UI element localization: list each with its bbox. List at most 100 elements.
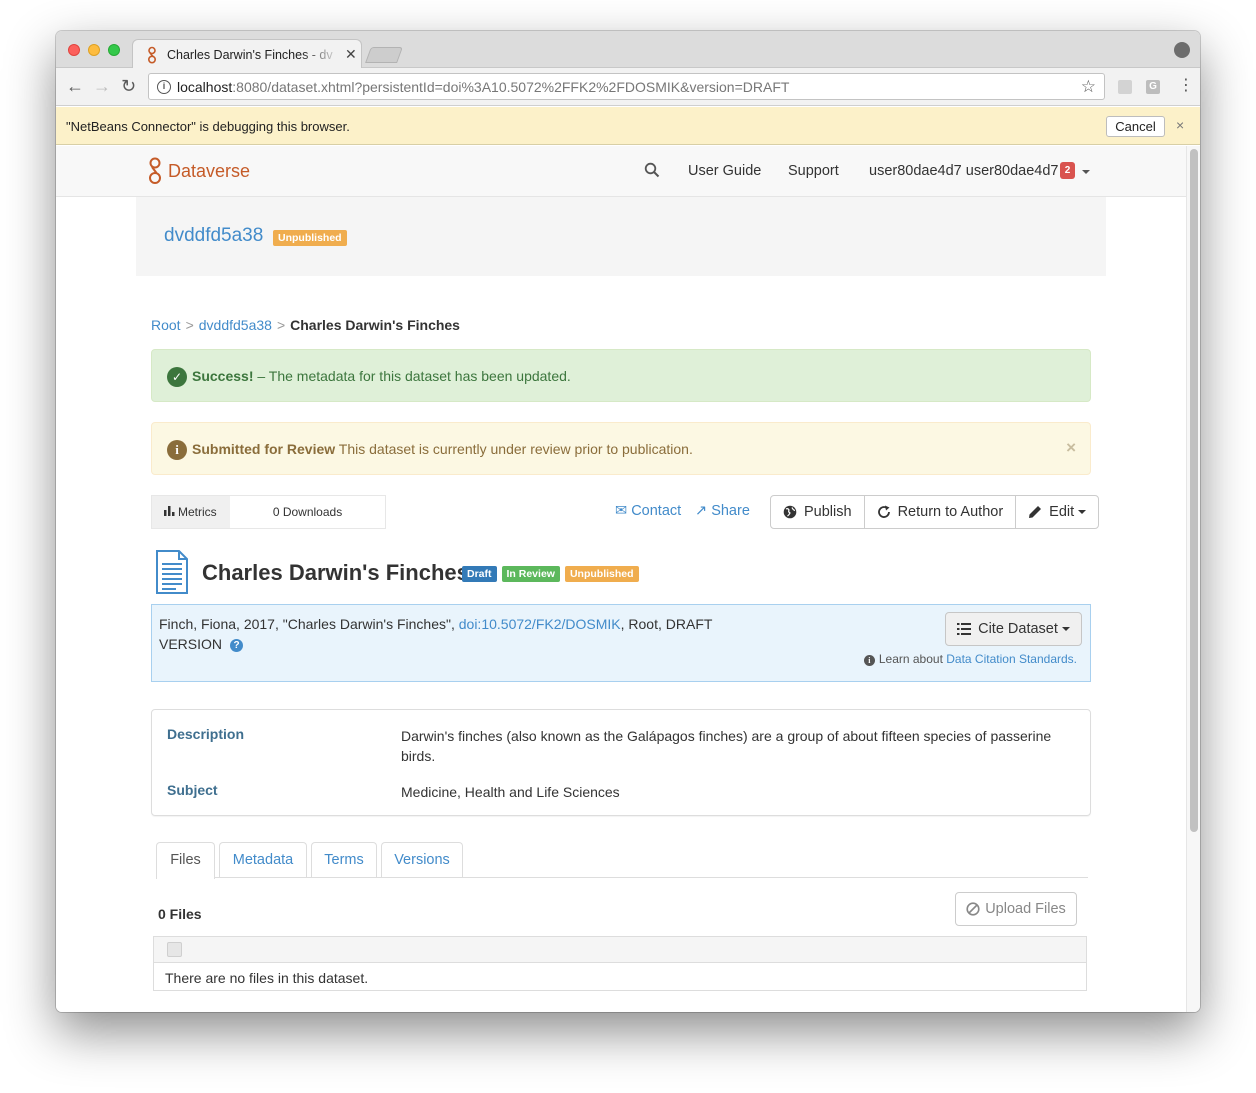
draft-badge: Draft (462, 566, 497, 582)
maximize-window-button[interactable] (108, 44, 120, 56)
files-table: There are no files in this dataset. (153, 936, 1087, 991)
browser-tab[interactable]: Charles Darwin's Finches - dv ✕ (132, 39, 362, 69)
share-icon: ↗ (695, 503, 708, 519)
debug-infobar: "NetBeans Connector" is debugging this b… (56, 107, 1200, 145)
edit-dropdown-button[interactable]: Edit (1015, 495, 1100, 529)
share-label: Share (711, 503, 750, 519)
refresh-icon (877, 505, 890, 518)
profile-icon[interactable] (1174, 42, 1190, 58)
back-arrow-icon[interactable]: ← (66, 76, 84, 96)
url-path: :8080/dataset.xhtml?persistentId=doi%3A1… (232, 79, 790, 95)
upload-files-label: Upload Files (985, 901, 1066, 917)
dataverse-name-link[interactable]: dvddfd5a38 (164, 225, 263, 247)
select-all-checkbox[interactable] (167, 942, 182, 957)
reload-icon[interactable]: ↻ (121, 76, 136, 96)
in-review-badge: In Review (501, 566, 560, 582)
check-circle-icon: ✓ (167, 367, 187, 387)
extension-icon[interactable] (1118, 80, 1132, 94)
tab-title-fade (301, 46, 341, 66)
citation-text: Finch, Fiona, 2017, "Charles Darwin's Fi… (159, 614, 734, 654)
envelope-icon: ✉ (615, 503, 628, 519)
downloads-count: 0 Downloads (272, 505, 343, 519)
search-icon[interactable] (644, 162, 660, 178)
doi-link[interactable]: doi:10.5072/FK2/DOSMIK (459, 616, 621, 632)
infobar-cancel-button[interactable]: Cancel (1106, 116, 1165, 137)
dataset-tabs: Files Metadata Terms Versions (156, 842, 1088, 879)
description-value: Darwin's finches (also known as the Galá… (401, 728, 1052, 764)
chevron-down-icon[interactable] (1082, 170, 1090, 174)
review-message: Submitted for Review This dataset is cur… (192, 441, 693, 457)
description-label: Description (167, 726, 245, 742)
list-icon (957, 623, 972, 635)
citation-standards-link[interactable]: Data Citation Standards. (946, 652, 1077, 666)
support-link[interactable]: Support (788, 163, 839, 179)
breadcrumb: Root > dvddfd5a38 > Charles Darwin's Finches (151, 317, 460, 333)
alert-close-icon[interactable]: × (1066, 438, 1076, 458)
site-navbar: Dataverse User Guide Support user80dae4d… (56, 146, 1186, 197)
bar-chart-icon (164, 506, 175, 517)
files-table-header (154, 937, 1086, 963)
unpublished-badge: Unpublished (564, 566, 639, 582)
ban-icon (966, 902, 980, 916)
return-to-author-button[interactable]: Return to Author (863, 495, 1017, 529)
user-account-menu[interactable]: user80dae4d7 user80dae4d7 (869, 163, 1058, 179)
citation-authors: Finch, Fiona, 2017, "Charles Darwin's Fi… (159, 616, 459, 632)
globe-icon (783, 505, 797, 519)
notification-badge[interactable]: 2 (1060, 162, 1075, 179)
tab-terms[interactable]: Terms (311, 842, 377, 878)
browser-window: Charles Darwin's Finches - dv ✕ ← → ↻ i … (56, 31, 1200, 1012)
close-window-button[interactable] (68, 44, 80, 56)
tab-versions[interactable]: Versions (381, 842, 463, 878)
brand-name: Dataverse (168, 161, 251, 181)
scrollbar-thumb[interactable] (1190, 149, 1198, 832)
dataset-status-labels: Draft In Review Unpublished (462, 566, 639, 582)
browser-toolbar: ← → ↻ i localhost:8080/dataset.xhtml?per… (56, 68, 1200, 106)
review-alert: i Submitted for Review This dataset is c… (151, 422, 1091, 475)
page-viewport: Dataverse User Guide Support user80dae4d… (56, 146, 1186, 1012)
forward-arrow-icon[interactable]: → (93, 76, 111, 96)
breadcrumb-root[interactable]: Root (151, 317, 181, 333)
breadcrumb-dataverse[interactable]: dvddfd5a38 (199, 317, 272, 333)
minimize-window-button[interactable] (88, 44, 100, 56)
dataset-action-buttons: Publish Return to Author Edit (770, 495, 1100, 529)
tab-metadata[interactable]: Metadata (219, 842, 307, 878)
breadcrumb-current: Charles Darwin's Finches (290, 317, 460, 333)
extension-g-icon[interactable]: G (1146, 80, 1160, 94)
breadcrumb-separator: > (185, 317, 194, 333)
dataverse-header: dvddfd5a38 Unpublished (136, 197, 1106, 276)
dataverse-logo-icon (149, 157, 161, 184)
success-text: – The metadata for this dataset has been… (253, 368, 571, 384)
review-text: This dataset is currently under review p… (335, 441, 693, 457)
contact-link[interactable]: ✉ Contact (615, 503, 681, 519)
cite-dataset-label: Cite Dataset (978, 621, 1058, 637)
publish-button[interactable]: Publish (770, 495, 865, 529)
browser-menu-icon[interactable]: ⋮ (1178, 76, 1194, 96)
subject-label: Subject (167, 782, 218, 798)
user-guide-link[interactable]: User Guide (688, 163, 761, 179)
learn-prefix: Learn about (878, 652, 947, 666)
tab-close-icon[interactable]: ✕ (345, 46, 357, 63)
help-icon[interactable]: ? (230, 638, 244, 652)
browser-titlebar: Charles Darwin's Finches - dv ✕ (56, 31, 1200, 69)
success-message: Success! – The metadata for this dataset… (192, 368, 571, 384)
new-tab-button[interactable] (365, 47, 403, 63)
url-text[interactable]: localhost:8080/dataset.xhtml?persistentI… (177, 79, 789, 95)
page-scrollbar[interactable] (1186, 146, 1200, 1012)
share-link[interactable]: ↗ Share (695, 503, 750, 519)
pencil-icon (1029, 506, 1042, 518)
review-title: Submitted for Review (192, 441, 336, 457)
cite-dataset-button[interactable]: Cite Dataset (945, 612, 1082, 646)
bookmark-star-icon[interactable]: ☆ (1081, 77, 1096, 97)
metrics-label: Metrics (152, 496, 230, 528)
tab-files[interactable]: Files (156, 842, 215, 879)
breadcrumb-separator: > (276, 317, 286, 333)
address-bar[interactable]: i localhost:8080/dataset.xhtml?persisten… (148, 73, 1105, 100)
citation-box: Finch, Fiona, 2017, "Charles Darwin's Fi… (151, 604, 1091, 682)
metrics-label-text: Metrics (178, 505, 217, 519)
site-info-icon[interactable]: i (157, 80, 171, 94)
infobar-close-icon[interactable]: × (1176, 117, 1184, 133)
info-circle-icon: i (167, 440, 187, 460)
success-title: Success! (192, 368, 254, 384)
upload-files-button[interactable]: Upload Files (955, 892, 1077, 926)
contact-label: Contact (631, 503, 682, 519)
